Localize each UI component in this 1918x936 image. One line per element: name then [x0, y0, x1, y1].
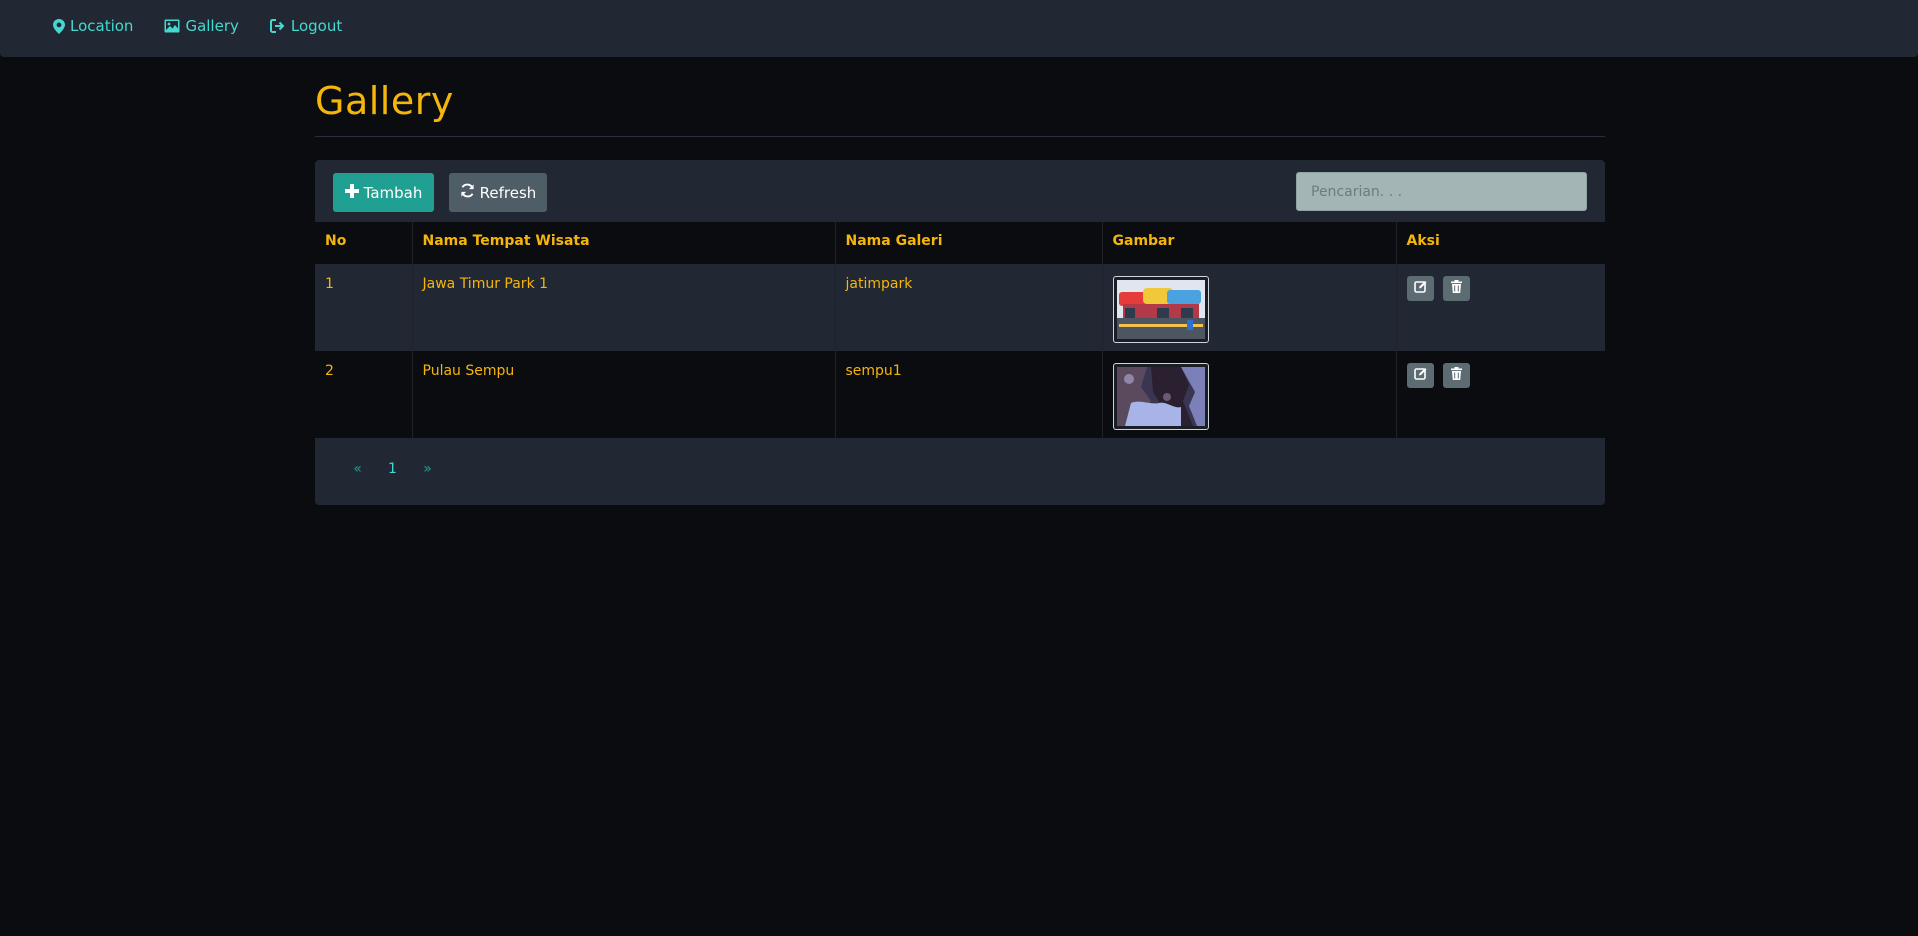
pagination-next[interactable]: »: [410, 461, 445, 477]
edit-icon: [1413, 367, 1427, 384]
delete-button[interactable]: [1442, 363, 1470, 388]
logout-icon: [269, 19, 286, 33]
add-button-label: Tambah: [363, 183, 423, 202]
table-row: 2 Pulau Sempu sempu1: [315, 351, 1605, 438]
cell-galeri: sempu1: [834, 351, 1102, 438]
refresh-button[interactable]: Refresh: [449, 173, 547, 212]
table-row: 1 Jawa Timur Park 1 jatimpark: [315, 264, 1605, 351]
cell-gambar: [1101, 264, 1396, 351]
row-actions: [1406, 276, 1596, 301]
cell-gambar: [1101, 351, 1396, 438]
edit-button[interactable]: [1406, 276, 1434, 301]
nav-link-gallery-label: Gallery: [185, 17, 239, 35]
delete-button[interactable]: [1442, 276, 1470, 301]
island-cliff-image: [1116, 367, 1205, 426]
nav-link-logout[interactable]: Logout: [269, 17, 343, 35]
column-header-gambar: Gambar: [1101, 222, 1396, 264]
gallery-table: No Nama Tempat Wisata Nama Galeri Gambar…: [315, 222, 1605, 438]
pagination: « 1 »: [340, 461, 445, 477]
cell-tempat: Pulau Sempu: [411, 351, 835, 438]
pagination-page-1[interactable]: 1: [375, 461, 410, 477]
page-title: Gallery: [315, 79, 454, 123]
cell-no: 2: [315, 351, 412, 438]
column-header-no: No: [315, 222, 412, 264]
nav-link-location-label: Location: [70, 17, 134, 35]
image-icon: [164, 19, 180, 33]
cell-aksi: [1395, 351, 1605, 438]
table-header-row: No Nama Tempat Wisata Nama Galeri Gambar…: [315, 222, 1605, 264]
trash-icon: [1450, 367, 1462, 384]
trash-icon: [1450, 280, 1462, 297]
column-header-tempat: Nama Tempat Wisata: [411, 222, 835, 264]
column-header-aksi: Aksi: [1395, 222, 1605, 264]
nav-link-location[interactable]: Location: [53, 17, 133, 35]
add-button[interactable]: Tambah: [333, 173, 434, 212]
cell-galeri: jatimpark: [834, 264, 1102, 351]
map-marker-icon: [53, 18, 65, 34]
theme-park-image: [1116, 280, 1205, 339]
title-divider: [315, 136, 1605, 137]
nav-link-logout-label: Logout: [290, 17, 343, 35]
plus-icon: [344, 183, 359, 202]
pagination-prev[interactable]: «: [340, 461, 375, 477]
top-navbar: Location Gallery Logout: [0, 0, 1918, 57]
edit-icon: [1413, 280, 1427, 297]
nav-menu: Location Gallery Logout: [53, 17, 373, 35]
search-input[interactable]: [1296, 172, 1587, 211]
column-header-galeri: Nama Galeri: [834, 222, 1102, 264]
cell-tempat: Jawa Timur Park 1: [411, 264, 835, 351]
edit-button[interactable]: [1406, 363, 1434, 388]
theme-park-thumbnail[interactable]: [1112, 276, 1209, 343]
gallery-panel: Tambah Refresh No Nama Tempat Wisata Nam…: [315, 160, 1605, 505]
cell-aksi: [1395, 264, 1605, 351]
row-actions: [1406, 363, 1596, 388]
island-cliff-thumbnail[interactable]: [1112, 363, 1209, 430]
refresh-button-label: Refresh: [479, 183, 537, 202]
cell-no: 1: [315, 264, 412, 351]
refresh-icon: [460, 183, 475, 202]
nav-link-gallery[interactable]: Gallery: [164, 17, 239, 35]
